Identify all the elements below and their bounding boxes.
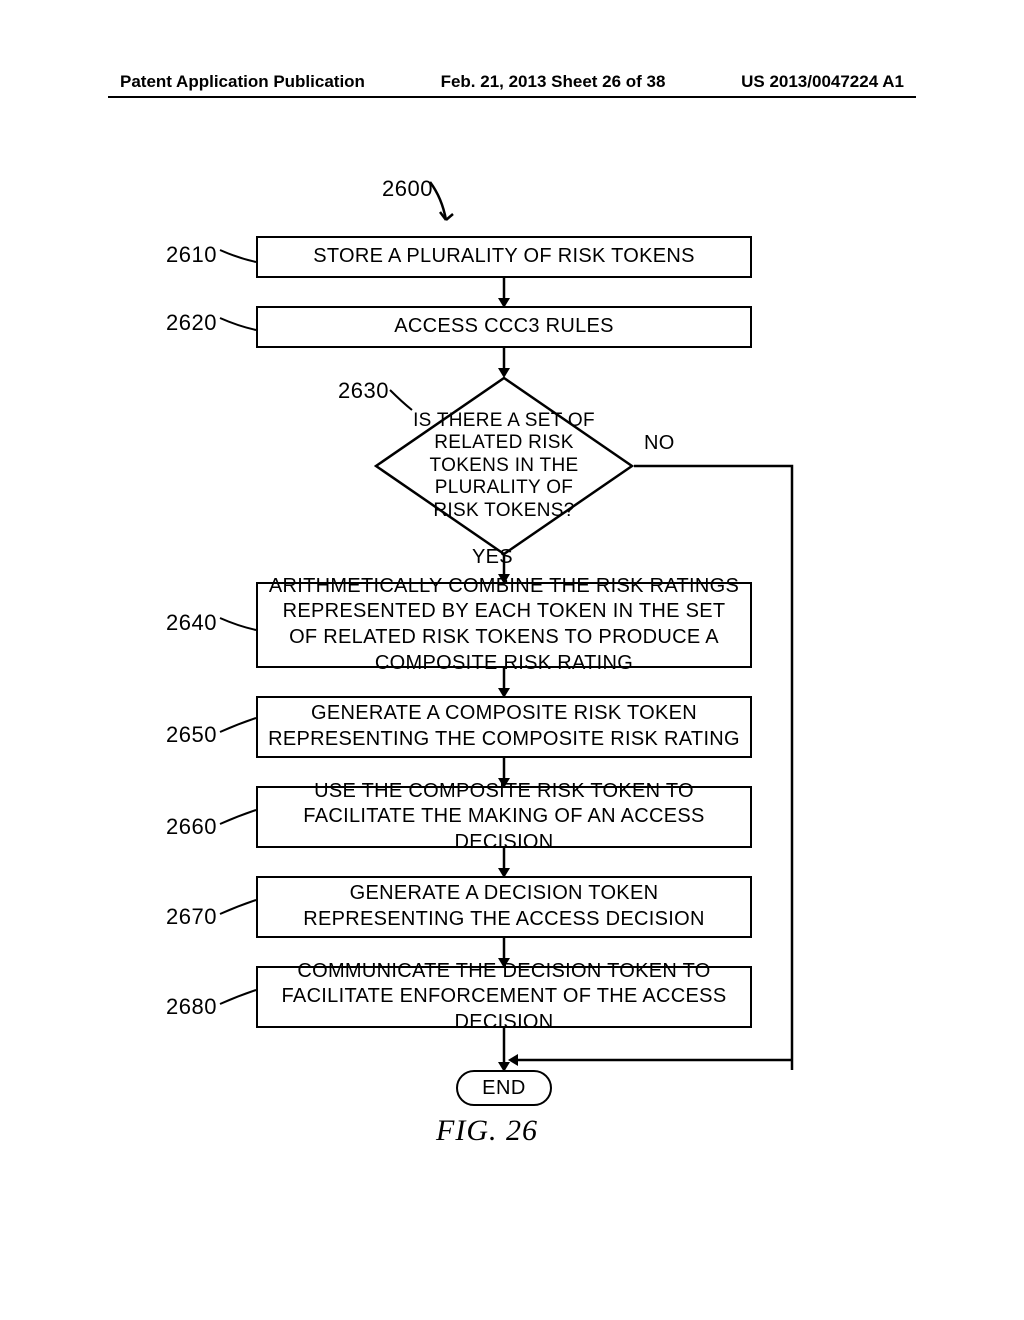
- ref-lead-icon: [218, 988, 258, 1008]
- ref-lead-icon: [218, 616, 258, 636]
- step-text: ARITHMETICALLY COMBINE THE RISK RATINGS …: [268, 574, 740, 676]
- step-text: USE THE COMPOSITE RISK TOKEN TO FACILITA…: [268, 779, 740, 856]
- ref-2600: 2600: [382, 176, 433, 202]
- step-text: STORE A PLURALITY OF RISK TOKENS: [313, 244, 695, 270]
- no-branch-rejoin: [504, 1048, 804, 1072]
- publication-type: Patent Application Publication: [120, 72, 365, 92]
- page: Patent Application Publication Feb. 21, …: [0, 0, 1024, 1320]
- step-2670-box: GENERATE A DECISION TOKEN REPRESENTING T…: [256, 876, 752, 938]
- ref-2610: 2610: [166, 242, 217, 268]
- step-2610-box: STORE A PLURALITY OF RISK TOKENS: [256, 236, 752, 278]
- ref-2670: 2670: [166, 904, 217, 930]
- page-header: Patent Application Publication Feb. 21, …: [0, 72, 1024, 92]
- ref-2660: 2660: [166, 814, 217, 840]
- decision-2630: IS THERE A SET OF RELATED RISK TOKENS IN…: [374, 376, 634, 556]
- ref-lead-icon: [218, 898, 258, 918]
- end-terminator: END: [456, 1070, 552, 1106]
- ref-2640: 2640: [166, 610, 217, 636]
- step-2640-box: ARITHMETICALLY COMBINE THE RISK RATINGS …: [256, 582, 752, 668]
- figure-caption: FIG. 26: [436, 1114, 538, 1148]
- ref-lead-icon: [218, 316, 258, 336]
- step-text: COMMUNICATE THE DECISION TOKEN TO FACILI…: [268, 959, 740, 1036]
- step-2660-box: USE THE COMPOSITE RISK TOKEN TO FACILITA…: [256, 786, 752, 848]
- header-rule: [108, 96, 916, 98]
- step-2680-box: COMMUNICATE THE DECISION TOKEN TO FACILI…: [256, 966, 752, 1028]
- ref-2650: 2650: [166, 722, 217, 748]
- step-2620-box: ACCESS CCC3 RULES: [256, 306, 752, 348]
- branch-no-label: NO: [644, 432, 675, 455]
- decision-text: IS THERE A SET OF RELATED RISK TOKENS IN…: [374, 376, 634, 556]
- ref-2620: 2620: [166, 310, 217, 336]
- end-text: END: [482, 1077, 526, 1100]
- ref-2680: 2680: [166, 994, 217, 1020]
- step-text: ACCESS CCC3 RULES: [394, 314, 614, 340]
- publication-number: US 2013/0047224 A1: [741, 72, 904, 92]
- ref-lead-icon: [218, 716, 258, 736]
- start-arrow-icon: [428, 180, 458, 236]
- step-text: GENERATE A DECISION TOKEN REPRESENTING T…: [268, 881, 740, 932]
- step-2650-box: GENERATE A COMPOSITE RISK TOKEN REPRESEN…: [256, 696, 752, 758]
- ref-lead-icon: [218, 248, 258, 268]
- sheet-info: Feb. 21, 2013 Sheet 26 of 38: [441, 72, 666, 92]
- step-text: GENERATE A COMPOSITE RISK TOKEN REPRESEN…: [268, 701, 740, 752]
- ref-lead-icon: [218, 808, 258, 828]
